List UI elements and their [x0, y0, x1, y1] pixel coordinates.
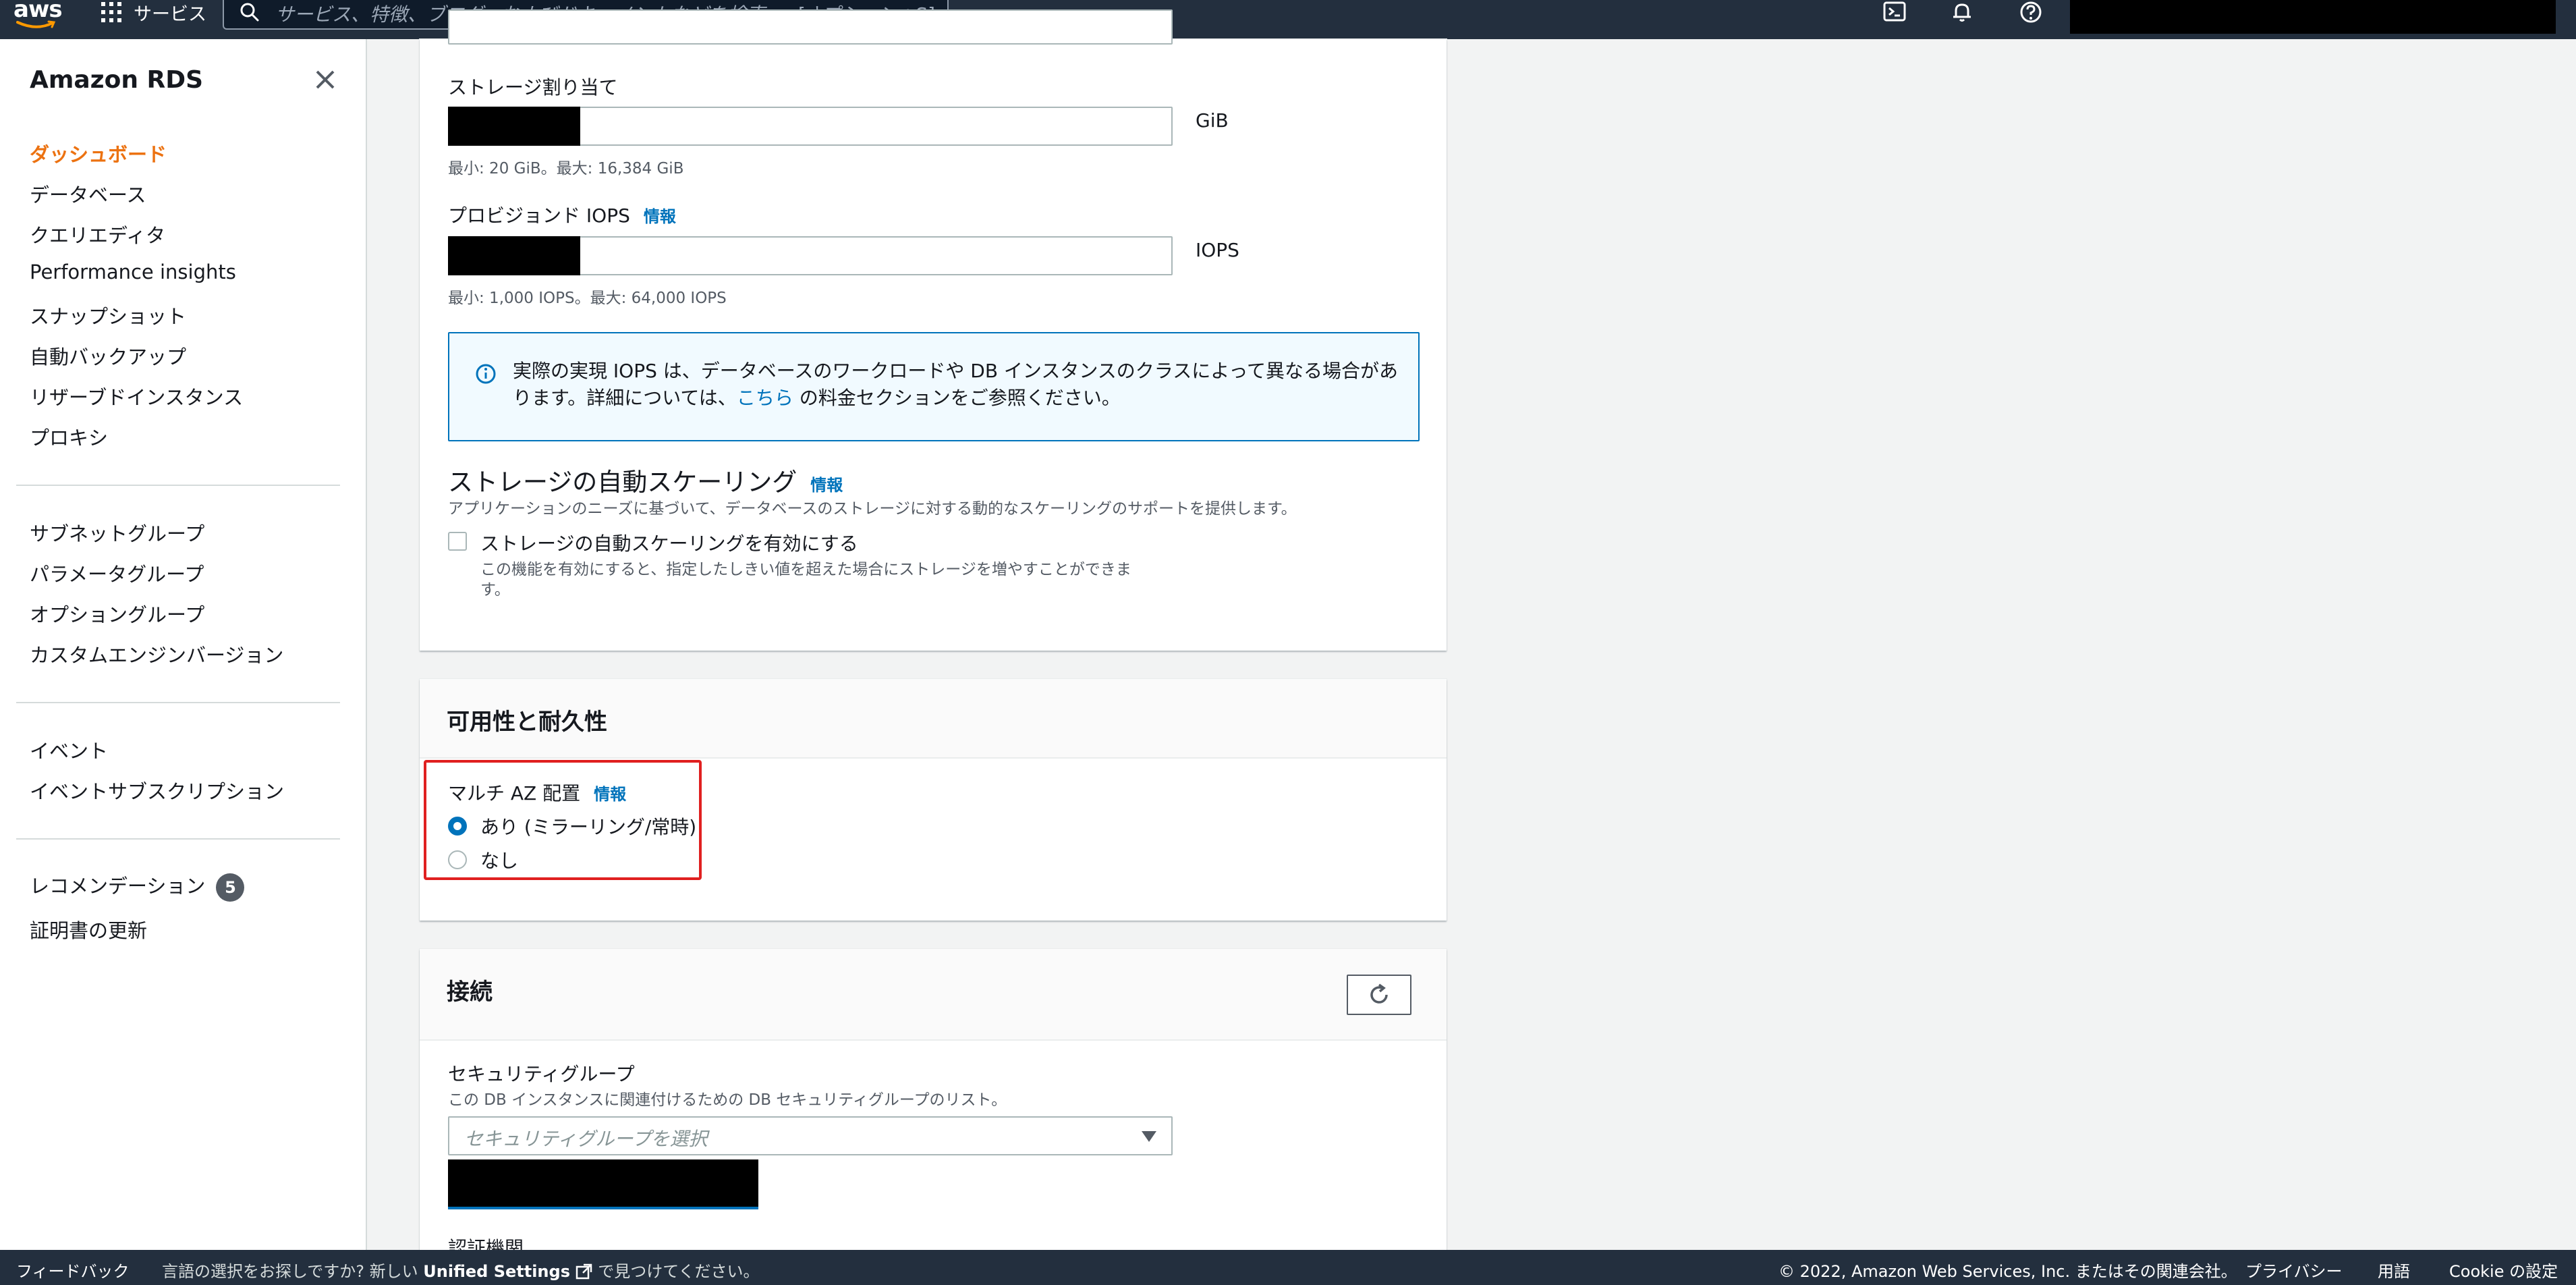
- selected-security-group-redacted[interactable]: [448, 1159, 758, 1209]
- copyright: © 2022, Amazon Web Services, Inc. またはその関…: [1779, 1262, 2237, 1281]
- sidebar-title: Amazon RDS: [30, 66, 204, 94]
- sidebar-item-automated-backups[interactable]: 自動バックアップ: [30, 341, 186, 370]
- connectivity-header: 接続: [420, 949, 1447, 1041]
- footer: フィードバック 言語の選択をお探しですか? 新しい Unified Settin…: [0, 1250, 2576, 1285]
- recommendations-count-badge: 5: [216, 873, 245, 902]
- storage-autoscaling-checkbox-desc: この機能を有効にすると、指定したしきい値を超えた場合にストレージを増やすことがで…: [480, 561, 1131, 578]
- provisioned-iops-input[interactable]: [448, 236, 1173, 275]
- sidebar-item-performance-insights[interactable]: Performance insights: [30, 261, 236, 283]
- refresh-button[interactable]: [1347, 975, 1411, 1015]
- top-navigation: aws サービス サービス、特徴、ブログ、およびドキュメントなどを検索 [オプシ…: [0, 0, 2576, 39]
- external-link-icon: [576, 1263, 592, 1280]
- security-group-placeholder: セキュリティグループを選択: [464, 1128, 708, 1150]
- provisioned-iops-info-link[interactable]: 情報: [644, 207, 676, 226]
- sidebar-item-certificate-update[interactable]: 証明書の更新: [30, 915, 147, 944]
- storage-autoscaling-checkbox-desc-cont: す。: [480, 581, 510, 599]
- availability-header: 可用性と耐久性: [420, 679, 1447, 759]
- storage-autoscaling-title: ストレージの自動スケーリング 情報: [448, 462, 843, 498]
- sidebar-item-proxies[interactable]: プロキシ: [30, 422, 108, 451]
- sidebar-item-query-editor[interactable]: クエリエディタ: [30, 220, 165, 248]
- help-button[interactable]: [2017, 0, 2044, 24]
- info-icon: [476, 364, 496, 384]
- language-notice: 言語の選択をお探しですか? 新しい Unified Settings で見つけて…: [162, 1258, 760, 1282]
- security-group-description: この DB インスタンスに関連付けるための DB セキュリティグループのリスト。: [448, 1091, 1007, 1109]
- sidebar-divider: [16, 485, 340, 486]
- account-menu-redacted[interactable]: [2070, 0, 2556, 34]
- aws-logo-text: aws: [13, 0, 63, 23]
- services-label: サービス: [134, 3, 206, 25]
- apps-grid-icon: [101, 2, 121, 22]
- sidebar-item-reserved-instances[interactable]: リザーブドインスタンス: [30, 382, 243, 410]
- provisioned-iops-hint: 最小: 1,000 IOPS。最大: 64,000 IOPS: [448, 290, 727, 307]
- sidebar-item-events[interactable]: イベント: [30, 736, 108, 764]
- storage-allocation-value-redacted: [448, 107, 580, 146]
- storage-autoscaling-checkbox-label[interactable]: ストレージの自動スケーリングを有効にする: [480, 529, 858, 556]
- services-menu-button[interactable]: サービス: [101, 0, 206, 25]
- security-group-select[interactable]: セキュリティグループを選択: [448, 1116, 1173, 1155]
- aws-smile-icon: [16, 20, 56, 28]
- security-group-label: セキュリティグループ: [448, 1063, 635, 1085]
- aws-logo[interactable]: aws: [13, 0, 63, 34]
- storage-autoscaling-checkbox[interactable]: [448, 532, 467, 551]
- connectivity-title: 接続: [447, 979, 493, 1006]
- bell-icon: [1953, 3, 1971, 22]
- sidebar-item-snapshots[interactable]: スナップショット: [30, 301, 186, 329]
- close-icon[interactable]: [312, 66, 339, 93]
- refresh-icon: [1370, 983, 1388, 1004]
- language-notice-prefix: 言語の選択をお探しですか? 新しい: [162, 1262, 418, 1281]
- storage-type-select-partial[interactable]: [448, 9, 1173, 45]
- storage-allocation-label: ストレージ割り当て: [448, 76, 618, 99]
- notifications-button[interactable]: [1949, 0, 1976, 24]
- cloudshell-icon: [1883, 1, 1906, 22]
- sidebar-item-parameter-groups[interactable]: パラメータグループ: [30, 559, 204, 587]
- storage-autoscaling-description: アプリケーションのニーズに基づいて、データベースのストレージに対する動的なスケー…: [448, 500, 1297, 518]
- provisioned-iops-unit: IOPS: [1196, 239, 1239, 261]
- sidebar-item-recommendations[interactable]: レコメンデーション 5: [30, 871, 245, 902]
- connectivity-panel: 接続 セキュリティグループ この DB インスタンスに関連付けるための DB セ…: [420, 949, 1447, 1259]
- provisioned-iops-label-text: プロビジョンド IOPS: [448, 204, 630, 227]
- sidebar-item-option-groups[interactable]: オプショングループ: [30, 599, 204, 628]
- sidebar-divider: [16, 702, 340, 703]
- storage-allocation-hint: 最小: 20 GiB。最大: 16,384 GiB: [448, 160, 684, 177]
- sidebar-item-label: レコメンデーション: [30, 875, 206, 898]
- cloudshell-button[interactable]: [1881, 0, 1908, 24]
- privacy-link[interactable]: プライバシー: [2245, 1258, 2343, 1282]
- search-icon: [240, 3, 259, 22]
- language-notice-suffix: で見つけてください。: [598, 1262, 760, 1281]
- iops-info-message: 実際の実現 IOPS は、データベースのワークロードや DB インスタンスのクラ…: [513, 358, 1403, 412]
- sidebar-item-event-subscriptions[interactable]: イベントサブスクリプション: [30, 776, 284, 804]
- sidebar-divider: [16, 838, 340, 840]
- sidebar-item-subnet-groups[interactable]: サブネットグループ: [30, 518, 204, 547]
- iops-info-text-end: の料金セクションをご参照ください。: [793, 387, 1121, 409]
- iops-info-alert: 実際の実現 IOPS は、データベースのワークロードや DB インスタンスのクラ…: [448, 332, 1420, 441]
- storage-autoscaling-info-link[interactable]: 情報: [810, 476, 843, 495]
- unified-settings-link[interactable]: Unified Settings: [423, 1262, 570, 1281]
- cookie-settings-link[interactable]: Cookie の設定: [2449, 1258, 2558, 1282]
- provisioned-iops-value-redacted: [448, 236, 580, 275]
- chevron-down-icon: [1142, 1131, 1156, 1142]
- terms-link[interactable]: 用語: [2378, 1258, 2410, 1282]
- sidebar-item-dashboard[interactable]: ダッシュボード: [30, 139, 167, 167]
- storage-allocation-input[interactable]: [448, 107, 1173, 146]
- feedback-link[interactable]: フィードバック: [16, 1258, 130, 1282]
- help-icon: [2020, 1, 2042, 23]
- sidebar-item-databases[interactable]: データベース: [30, 180, 146, 208]
- multi-az-highlight: [424, 760, 702, 880]
- side-navigation: Amazon RDS ダッシュボード データベース クエリエディタ Perfor…: [0, 39, 367, 1250]
- storage-allocation-unit: GiB: [1196, 109, 1229, 132]
- sidebar-item-custom-engine-versions[interactable]: カスタムエンジンバージョン: [30, 640, 283, 668]
- storage-autoscaling-title-text: ストレージの自動スケーリング: [448, 468, 797, 497]
- pricing-link[interactable]: こちら: [737, 387, 793, 409]
- storage-panel: ストレージ割り当て GiB 最小: 20 GiB。最大: 16,384 GiB …: [420, 9, 1447, 651]
- provisioned-iops-label: プロビジョンド IOPS 情報: [448, 201, 676, 228]
- availability-title: 可用性と耐久性: [447, 709, 607, 736]
